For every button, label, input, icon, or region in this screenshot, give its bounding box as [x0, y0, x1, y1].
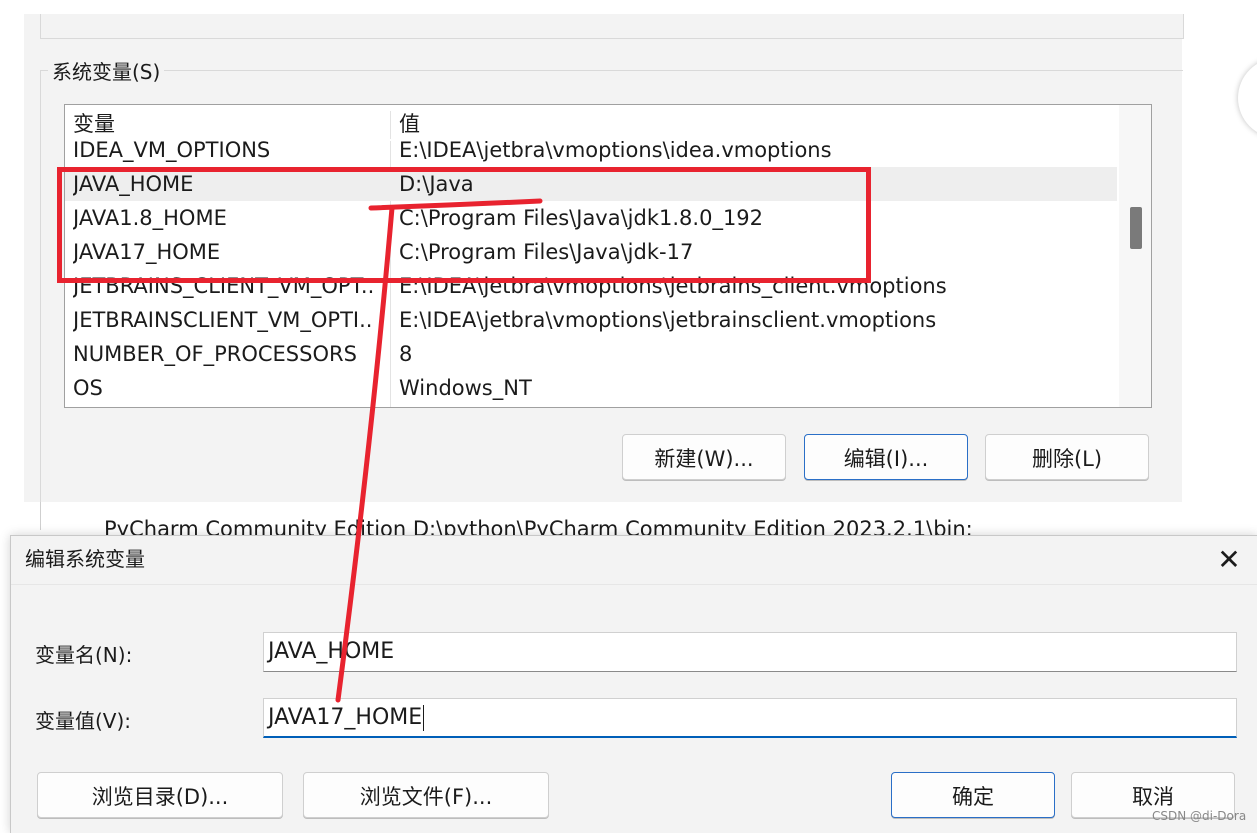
row-value: E:\IDEA\jetbra\vmoptions\jetbrainsclient…	[399, 308, 937, 332]
table-row[interactable]: NUMBER_OF_PROCESSORS 8	[65, 337, 1117, 371]
column-header-name[interactable]: 变量	[73, 111, 115, 137]
side-panel-edge	[1238, 58, 1257, 138]
edit-system-variable-dialog: 编辑系统变量 ✕ 变量名(N): JAVA_HOME 变量值(V): JAVA1…	[10, 535, 1257, 833]
new-button[interactable]: 新建(W)...	[622, 434, 786, 480]
text-caret	[423, 705, 425, 731]
variable-value-input[interactable]: JAVA17_HOME	[263, 698, 1237, 738]
path-list-peek: PyCharm Community Edition D:\python\PyCh…	[0, 502, 1257, 541]
column-header-value[interactable]: 值	[399, 111, 420, 137]
table-row[interactable]: IDEA_VM_OPTIONS E:\IDEA\jetbra\vmoptions…	[65, 141, 1117, 167]
table-row[interactable]: OS Windows_NT	[65, 371, 1117, 405]
table-row[interactable]: JETBRAINSCLIENT_VM_OPTI... E:\IDEA\jetbr…	[65, 303, 1117, 337]
titlebar-separator	[11, 584, 1257, 585]
row-name: NUMBER_OF_PROCESSORS	[73, 342, 357, 366]
row-value: 8	[399, 342, 413, 366]
variable-value-label: 变量值(V):	[35, 709, 132, 733]
row-value: E:\IDEA\jetbra\vmoptions\idea.vmoptions	[399, 141, 832, 162]
list-header: 变量 值	[65, 105, 1117, 141]
system-variables-title: 系统变量(S)	[48, 60, 165, 84]
row-name: OS	[73, 376, 103, 400]
variable-name-input[interactable]: JAVA_HOME	[263, 632, 1237, 672]
scrollbar-thumb[interactable]	[1130, 207, 1142, 249]
list-scrollbar[interactable]	[1119, 105, 1151, 407]
row-value: Windows_NT	[399, 376, 532, 400]
ok-button[interactable]: 确定	[891, 772, 1055, 818]
variable-value-value: JAVA17_HOME	[268, 705, 423, 730]
variable-name-label: 变量名(N):	[35, 643, 133, 667]
row-name: JETBRAINSCLIENT_VM_OPTI...	[73, 308, 373, 332]
edit-button[interactable]: 编辑(I)...	[804, 434, 968, 480]
watermark: CSDN @di-Dora	[1152, 809, 1247, 823]
column-divider[interactable]	[390, 111, 391, 139]
browse-directory-button[interactable]: 浏览目录(D)...	[37, 772, 283, 818]
browse-file-button[interactable]: 浏览文件(F)...	[303, 772, 549, 818]
close-icon[interactable]: ✕	[1209, 540, 1249, 580]
row-name: IDEA_VM_OPTIONS	[73, 141, 271, 162]
variable-name-value: JAVA_HOME	[268, 639, 395, 664]
delete-button[interactable]: 删除(L)	[985, 434, 1149, 480]
dialog-title: 编辑系统变量	[25, 547, 145, 571]
user-variables-group-bottom	[40, 14, 1184, 39]
annotation-highlight-box	[57, 167, 871, 283]
